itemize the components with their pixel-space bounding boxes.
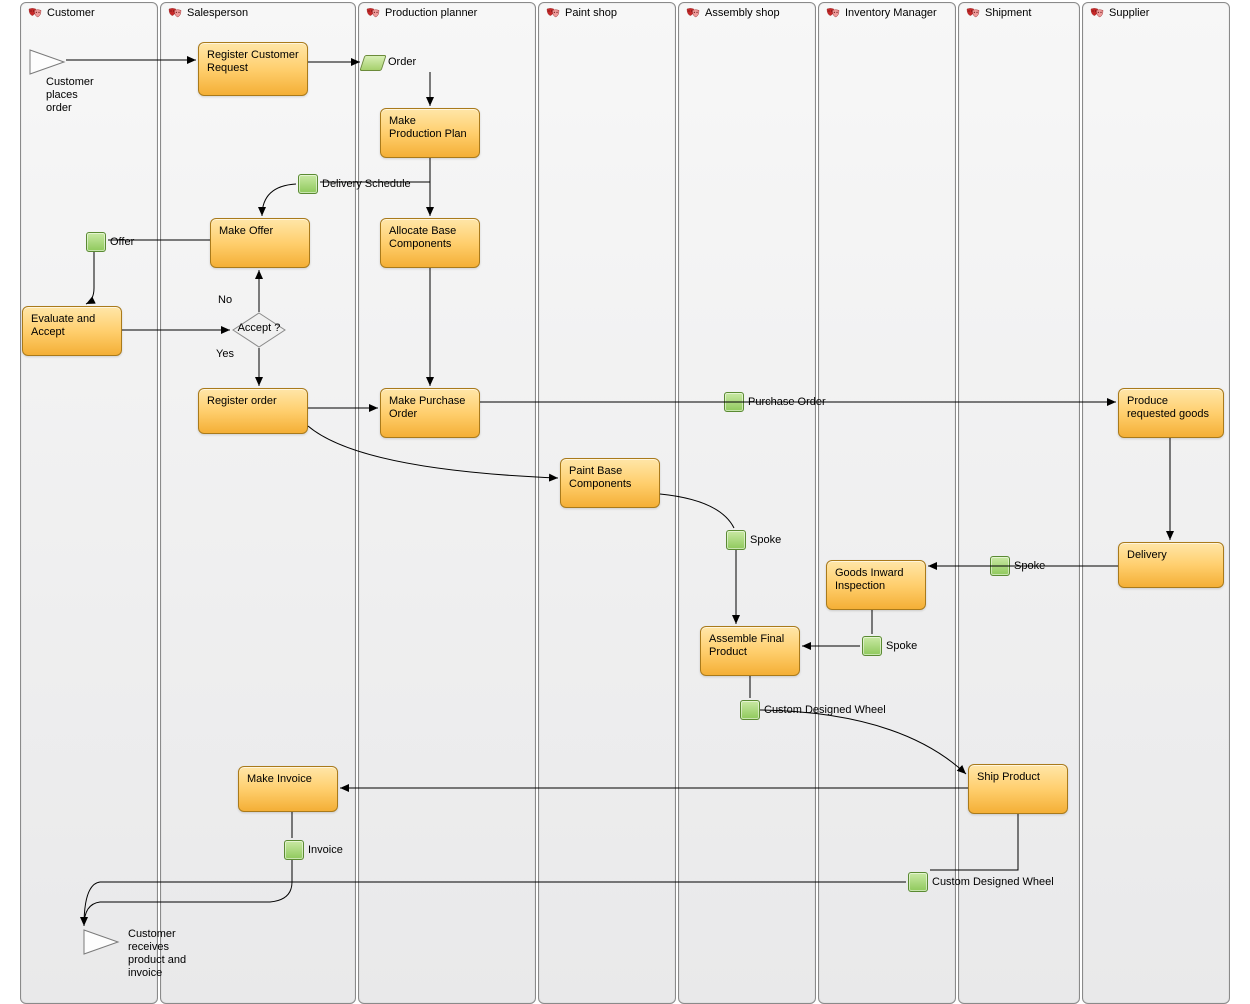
lane-customer: Customer [20,2,158,1004]
end-event-label: Customer receives product and invoice [128,928,198,980]
lane-title: Production planner [385,7,477,19]
end-event-icon [82,928,120,956]
task-make-production-plan[interactable]: Make Production Plan [380,108,480,158]
task-make-invoice[interactable]: Make Invoice [238,766,338,812]
task-goods-inward-inspection[interactable]: Goods Inward Inspection [826,560,926,610]
lane-inventory: Inventory Manager [818,2,956,1004]
task-assemble-final-product[interactable]: Assemble Final Product [700,626,800,676]
start-event-icon [28,48,66,76]
task-allocate-base-components[interactable]: Allocate Base Components [380,218,480,268]
role-icon [365,7,381,19]
decision-no-label: No [218,294,232,306]
role-icon [167,7,183,19]
data-object-spoke-1[interactable] [726,530,746,550]
task-delivery[interactable]: Delivery [1118,542,1224,588]
lane-title: Assembly shop [705,7,780,19]
task-register-order[interactable]: Register order [198,388,308,434]
lane-title: Supplier [1109,7,1149,19]
swimlane-diagram: Customer Salesperson Production planner … [0,0,1250,1004]
task-register-customer-request[interactable]: Register Customer Request [198,42,308,96]
lane-supplier: Supplier [1082,2,1230,1004]
data-object-spoke-3[interactable] [862,636,882,656]
decision-accept[interactable]: Accept ? [232,312,286,348]
lane-title: Customer [47,7,95,19]
task-ship-product[interactable]: Ship Product [968,764,1068,814]
lane-title: Salesperson [187,7,248,19]
start-event-label: Customer places order [46,76,106,115]
lane-title: Inventory Manager [845,7,937,19]
data-object-custom-wheel-1[interactable] [740,700,760,720]
task-make-purchase-order[interactable]: Make Purchase Order [380,388,480,438]
data-object-invoice[interactable] [284,840,304,860]
lane-title: Paint shop [565,7,617,19]
task-produce-requested-goods[interactable]: Produce requested goods [1118,388,1224,438]
task-paint-base-components[interactable]: Paint Base Components [560,458,660,508]
task-evaluate-accept[interactable]: Evaluate and Accept [22,306,122,356]
data-object-delivery-schedule[interactable] [298,174,318,194]
role-icon [825,7,841,19]
role-icon [965,7,981,19]
lane-shipment: Shipment [958,2,1080,1004]
data-object-custom-wheel-2[interactable] [908,872,928,892]
data-object-offer[interactable] [86,232,106,252]
data-object-spoke-2[interactable] [990,556,1010,576]
task-make-offer[interactable]: Make Offer [210,218,310,268]
data-object-purchase-order[interactable] [724,392,744,412]
role-icon [545,7,561,19]
lane-assembly: Assembly shop [678,2,816,1004]
role-icon [27,7,43,19]
role-icon [685,7,701,19]
role-icon [1089,7,1105,19]
decision-yes-label: Yes [216,348,234,360]
lane-title: Shipment [985,7,1031,19]
